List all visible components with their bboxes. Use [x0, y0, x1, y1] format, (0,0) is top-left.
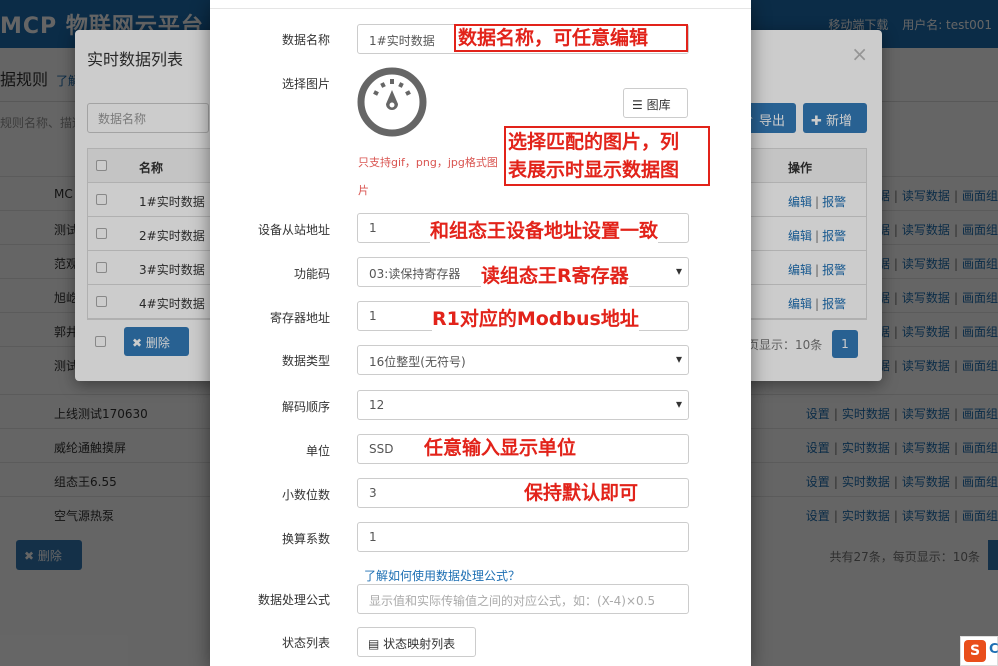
list-icon: ▤ — [368, 637, 384, 651]
gauge-icon[interactable] — [356, 66, 428, 138]
annotation-unit: 任意输入显示单位 — [424, 436, 577, 460]
edit-data-modal: 数据名称 1#实时数据 选择图片 ☰ 图库 只支持gif，png，jpg格式图片… — [210, 0, 751, 666]
unit-label: 单位 — [305, 444, 330, 458]
coefficient-label: 换算系数 — [281, 532, 330, 546]
annotation-slave-address: 和组态王设备地址设置一致 — [430, 219, 659, 243]
image-library-button[interactable]: ☰ 图库 — [623, 88, 688, 118]
formula-label: 数据处理公式 — [257, 593, 330, 607]
state-list-label: 状态列表 — [281, 636, 330, 650]
image-label: 选择图片 — [281, 77, 330, 91]
sogou-icon: S — [964, 640, 986, 662]
state-mapping-button[interactable]: ▤ 状态映射列表 — [357, 627, 476, 657]
register-address-label: 寄存器地址 — [269, 311, 330, 325]
image-format-hint: 只支持gif，png，jpg格式图片 — [358, 156, 498, 197]
annotation-register: R1对应的Modbus地址 — [432, 307, 639, 331]
input-method-badge[interactable]: S C — [960, 636, 998, 666]
decode-order-label: 解码顺序 — [281, 400, 330, 414]
divider — [210, 8, 751, 9]
annotation-data-name: 数据名称，可任意编辑 — [454, 24, 688, 52]
formula-help-link[interactable]: 了解如何使用数据处理公式？ — [364, 567, 520, 584]
decimals-input[interactable]: 3 — [357, 478, 689, 508]
decimals-label: 小数位数 — [281, 488, 330, 502]
function-code-label: 功能码 — [293, 267, 330, 281]
data-type-select[interactable]: 16位整型(无符号) — [357, 345, 689, 375]
coefficient-input[interactable]: 1 — [357, 522, 689, 552]
slave-address-label: 设备从站地址 — [257, 223, 330, 237]
database-icon: ☰ — [632, 98, 647, 112]
data-type-label: 数据类型 — [281, 354, 330, 368]
formula-input[interactable]: 显示值和实际传输值之间的对应公式，如：(X-4)×0.5 — [357, 584, 689, 614]
annotation-decimals: 保持默认即可 — [524, 481, 639, 505]
annotation-function-code: 读组态王R寄存器 — [481, 264, 629, 288]
annotation-image: 选择匹配的图片，列 表展示时显示数据图 — [504, 126, 710, 186]
data-name-label: 数据名称 — [281, 33, 330, 47]
decode-order-select[interactable]: 12 — [357, 390, 689, 420]
